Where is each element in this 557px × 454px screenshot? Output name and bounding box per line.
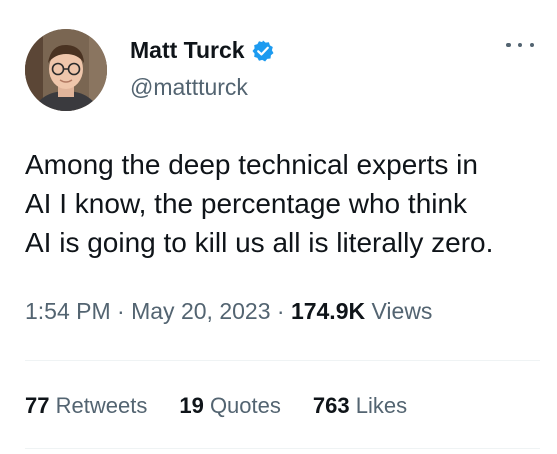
tweet-text-line: AI is going to kill us all is literally … (25, 227, 494, 258)
retweets-count: 77 (25, 393, 50, 418)
tweet-text-line: AI I know, the percentage who think (25, 188, 468, 219)
quotes-stat[interactable]: 19 Quotes (179, 393, 281, 419)
avatar-image (25, 29, 107, 111)
quotes-label: Quotes (209, 393, 281, 418)
views-count: 174.9K (290, 298, 366, 324)
retweets-label: Retweets (55, 393, 148, 418)
author-display-name[interactable]: Matt Turck (130, 37, 245, 64)
quotes-count: 19 (179, 393, 204, 418)
likes-label: Likes (355, 393, 408, 418)
verified-badge-icon[interactable] (251, 39, 275, 63)
meta-separator: · (276, 298, 285, 324)
tweet-time[interactable]: 1:54 PM (25, 298, 111, 324)
meta-separator: · (117, 298, 125, 324)
author-handle[interactable]: @mattturck (130, 74, 248, 101)
divider (25, 448, 540, 449)
views-label: Views (371, 298, 433, 324)
author-name-row[interactable]: Matt Turck (130, 37, 275, 64)
likes-count: 763 (312, 393, 350, 418)
likes-stat[interactable]: 763 Likes (313, 393, 407, 419)
tweet-date[interactable]: May 20, 2023 (131, 298, 270, 324)
avatar[interactable] (25, 29, 107, 111)
divider (25, 360, 540, 361)
tweet-text-line: Among the deep technical experts in (25, 149, 478, 180)
tweet-meta: 1:54 PM · May 20, 2023 · 174.9K Views (25, 298, 432, 325)
retweets-stat[interactable]: 77 Retweets (25, 393, 147, 419)
engagement-stats: 77 Retweets 19 Quotes 763 Likes (25, 393, 407, 419)
more-options-icon[interactable] (506, 35, 534, 55)
tweet-text: Among the deep technical experts in AI I… (25, 145, 545, 262)
